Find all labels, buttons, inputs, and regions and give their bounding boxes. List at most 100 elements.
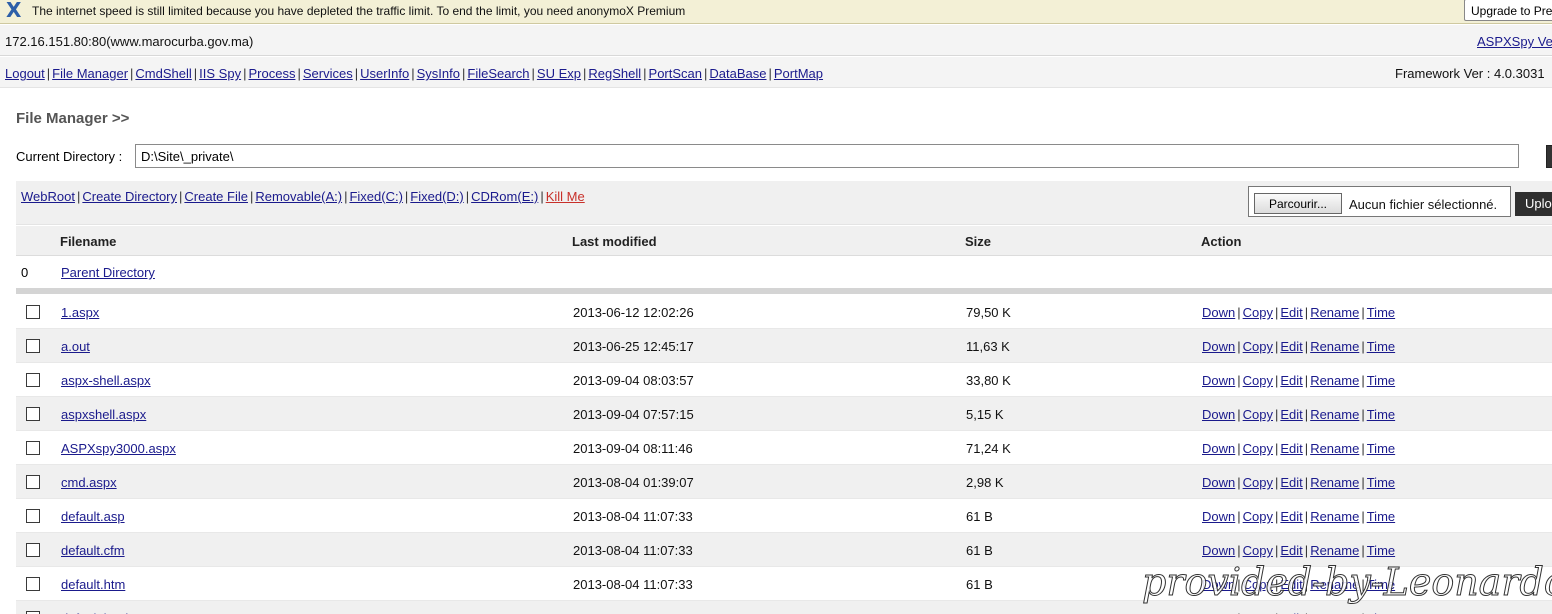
parent-directory-link[interactable]: Parent Directory [61, 265, 155, 280]
nav-link-regshell[interactable]: RegShell [588, 66, 641, 81]
file-name-link[interactable]: cmd.aspx [61, 475, 117, 490]
action-time-link[interactable]: Time [1367, 475, 1395, 490]
file-name-link[interactable]: default.htm [61, 577, 125, 592]
action-time-link[interactable]: Time [1367, 339, 1395, 354]
file-upload-field[interactable]: Parcourir... Aucun fichier sélectionné. [1248, 186, 1511, 217]
nav-link-cmdshell[interactable]: CmdShell [135, 66, 191, 81]
action-rename-link[interactable]: Rename [1310, 441, 1359, 456]
file-name-link[interactable]: aspxshell.aspx [61, 407, 146, 422]
action-down-link[interactable]: Down [1202, 339, 1235, 354]
browse-button[interactable]: Parcourir... [1254, 193, 1342, 214]
file-name-link[interactable]: default.cfm [61, 543, 125, 558]
action-down-link[interactable]: Down [1202, 475, 1235, 490]
file-name-link[interactable]: default.asp [61, 509, 125, 524]
drive-separator: | [540, 189, 544, 204]
action-edit-link[interactable]: Edit [1280, 373, 1302, 388]
action-down-link[interactable]: Down [1202, 509, 1235, 524]
action-edit-link[interactable]: Edit [1280, 475, 1302, 490]
file-size: 71,24 K [966, 441, 1011, 456]
action-copy-link[interactable]: Copy [1243, 373, 1273, 388]
action-time-link[interactable]: Time [1367, 407, 1395, 422]
nav-link-iis-spy[interactable]: IIS Spy [199, 66, 241, 81]
drive-link-webroot[interactable]: WebRoot [21, 189, 75, 204]
file-name-link[interactable]: 1.aspx [61, 305, 99, 320]
row-checkbox[interactable] [26, 543, 40, 557]
action-time-link[interactable]: Time [1367, 373, 1395, 388]
action-separator: | [1304, 339, 1309, 354]
action-edit-link[interactable]: Edit [1280, 543, 1302, 558]
drive-link-create-file[interactable]: Create File [184, 189, 248, 204]
drive-link-create-directory[interactable]: Create Directory [82, 189, 177, 204]
file-modified: 2013-08-04 11:07:33 [573, 577, 693, 592]
upgrade-button[interactable]: Upgrade to Pre [1464, 0, 1552, 21]
anonymox-close-icon[interactable]: X [6, 0, 21, 20]
row-checkbox[interactable] [26, 509, 40, 523]
row-checkbox[interactable] [26, 339, 40, 353]
action-copy-link[interactable]: Copy [1243, 509, 1273, 524]
header-size[interactable]: Size [965, 234, 991, 249]
action-copy-link[interactable]: Copy [1243, 407, 1273, 422]
drive-link-fixed-d[interactable]: Fixed(D:) [410, 189, 463, 204]
drive-link-cdrom-e[interactable]: CDRom(E:) [471, 189, 538, 204]
action-copy-link[interactable]: Copy [1243, 441, 1273, 456]
action-separator: | [1361, 441, 1365, 456]
header-filename[interactable]: Filename [60, 234, 116, 249]
action-time-link[interactable]: Time [1367, 543, 1395, 558]
aspxspy-version-link[interactable]: ASPXSpy Ve [1477, 34, 1552, 49]
action-time-link[interactable]: Time [1367, 305, 1395, 320]
action-down-link[interactable]: Down [1202, 441, 1235, 456]
action-copy-link[interactable]: Copy [1243, 339, 1273, 354]
file-name-link[interactable]: ASPXspy3000.aspx [61, 441, 176, 456]
action-rename-link[interactable]: Rename [1310, 543, 1359, 558]
action-rename-link[interactable]: Rename [1310, 373, 1359, 388]
action-rename-link[interactable]: Rename [1310, 339, 1359, 354]
nav-link-filesearch[interactable]: FileSearch [467, 66, 529, 81]
action-edit-link[interactable]: Edit [1280, 509, 1302, 524]
row-checkbox[interactable] [26, 373, 40, 387]
action-rename-link[interactable]: Rename [1310, 509, 1359, 524]
action-copy-link[interactable]: Copy [1243, 543, 1273, 558]
file-name-link[interactable]: aspx-shell.aspx [61, 373, 151, 388]
file-name-link[interactable]: a.out [61, 339, 90, 354]
action-copy-link[interactable]: Copy [1243, 475, 1273, 490]
action-time-link[interactable]: Time [1367, 509, 1395, 524]
nav-link-sysinfo[interactable]: SysInfo [417, 66, 460, 81]
header-last-modified[interactable]: Last modified [572, 234, 657, 249]
nav-link-su-exp[interactable]: SU Exp [537, 66, 581, 81]
row-checkbox[interactable] [26, 305, 40, 319]
action-down-link[interactable]: Down [1202, 407, 1235, 422]
nav-link-services[interactable]: Services [303, 66, 353, 81]
drive-link-fixed-c[interactable]: Fixed(C:) [349, 189, 402, 204]
nav-link-process[interactable]: Process [248, 66, 295, 81]
nav-link-logout[interactable]: Logout [5, 66, 45, 81]
current-directory-input[interactable] [135, 144, 1519, 168]
drive-link-removable-a[interactable]: Removable(A:) [255, 189, 342, 204]
action-separator: | [1275, 475, 1279, 490]
row-checkbox[interactable] [26, 441, 40, 455]
action-edit-link[interactable]: Edit [1280, 407, 1302, 422]
action-edit-link[interactable]: Edit [1280, 441, 1302, 456]
nav-link-userinfo[interactable]: UserInfo [360, 66, 409, 81]
action-rename-link[interactable]: Rename [1310, 407, 1359, 422]
action-separator: | [1237, 373, 1241, 388]
nav-link-portmap[interactable]: PortMap [774, 66, 823, 81]
nav-link-database[interactable]: DataBase [709, 66, 766, 81]
action-copy-link[interactable]: Copy [1243, 305, 1273, 320]
nav-link-portscan[interactable]: PortScan [649, 66, 702, 81]
action-down-link[interactable]: Down [1202, 373, 1235, 388]
row-checkbox[interactable] [26, 475, 40, 489]
go-button[interactable] [1546, 145, 1552, 168]
row-checkbox[interactable] [26, 407, 40, 421]
kill-me-link[interactable]: Kill Me [546, 189, 585, 204]
action-rename-link[interactable]: Rename [1310, 305, 1359, 320]
nav-link-file-manager[interactable]: File Manager [52, 66, 128, 81]
row-checkbox[interactable] [26, 577, 40, 591]
action-separator: | [1304, 509, 1309, 524]
action-edit-link[interactable]: Edit [1280, 339, 1302, 354]
action-edit-link[interactable]: Edit [1280, 305, 1302, 320]
upload-button[interactable]: Uplo [1515, 192, 1552, 216]
action-rename-link[interactable]: Rename [1310, 475, 1359, 490]
action-time-link[interactable]: Time [1367, 441, 1395, 456]
action-down-link[interactable]: Down [1202, 305, 1235, 320]
action-down-link[interactable]: Down [1202, 543, 1235, 558]
